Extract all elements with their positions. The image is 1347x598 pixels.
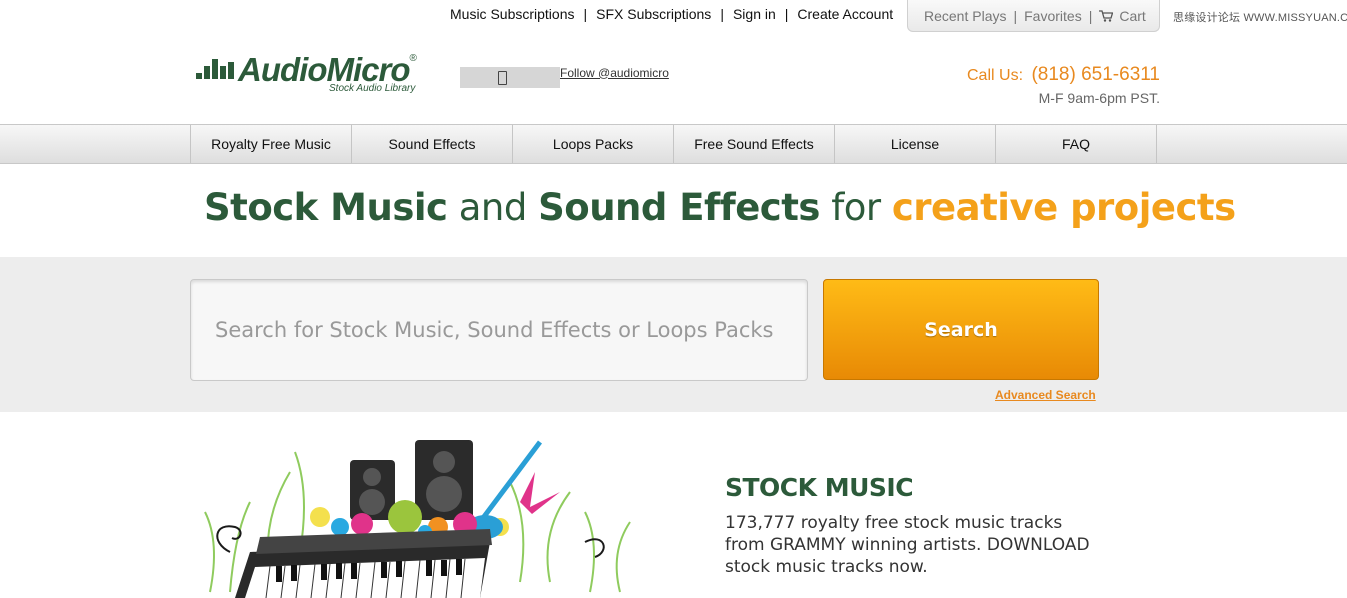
advanced-search-link[interactable]: Advanced Search bbox=[995, 388, 1096, 402]
separator: | bbox=[720, 6, 724, 22]
phone-icon bbox=[498, 71, 507, 85]
stock-music-description: 173,777 royalty free stock music tracks … bbox=[725, 513, 1090, 577]
top-links: Music Subscriptions | SFX Subscriptions | Si… bbox=[450, 6, 893, 22]
follow-widget: Follow @audiomicro bbox=[460, 66, 669, 88]
nav-item-sound-effects[interactable]: Sound Effects bbox=[352, 125, 513, 163]
search-input[interactable] bbox=[190, 279, 808, 381]
contact-info: Call Us: (818) 651-6311 M-F 9am-6pm PST. bbox=[967, 64, 1160, 106]
headline-sound-effects: Sound Effects bbox=[538, 186, 820, 229]
hero-headline: Stock Music and Sound Effects for creati… bbox=[204, 186, 1236, 229]
separator: | bbox=[784, 6, 789, 22]
nav-item-royalty-free-music[interactable]: Royalty Free Music bbox=[191, 125, 352, 163]
call-label: Call Us: bbox=[967, 67, 1024, 84]
stock-music-title[interactable]: STOCK MUSIC bbox=[725, 473, 914, 502]
cart-link[interactable]: Cart bbox=[1099, 7, 1146, 24]
cart-icon bbox=[1099, 9, 1114, 22]
registered-mark: ® bbox=[409, 53, 416, 64]
sign-in-link[interactable]: Sign in bbox=[733, 6, 776, 22]
recent-plays-link[interactable]: Recent Plays bbox=[924, 8, 1006, 24]
separator: | bbox=[1013, 7, 1018, 24]
main-nav: Royalty Free Music Sound Effects Loops P… bbox=[0, 124, 1347, 164]
music-subscriptions-link[interactable]: Music Subscriptions bbox=[450, 6, 575, 22]
follow-button[interactable] bbox=[460, 67, 560, 88]
follow-link[interactable]: Follow @audiomicro bbox=[560, 66, 669, 80]
nav-item-loops-packs[interactable]: Loops Packs bbox=[513, 125, 674, 163]
separator: | bbox=[1088, 7, 1093, 24]
separator: | bbox=[583, 6, 588, 22]
equalizer-logo-icon bbox=[196, 59, 234, 83]
headline-and: and bbox=[447, 186, 539, 229]
phone-number: (818) 651-6311 bbox=[1031, 64, 1160, 85]
user-box: Recent Plays | Favorites | Cart bbox=[907, 0, 1160, 32]
favorites-link[interactable]: Favorites bbox=[1024, 8, 1082, 24]
logo[interactable]: AudioMicro® Stock Audio Library bbox=[196, 51, 436, 99]
nav-item-license[interactable]: License bbox=[835, 125, 996, 163]
headline-for: for bbox=[819, 186, 892, 229]
search-button[interactable]: Search bbox=[823, 279, 1099, 380]
cart-label: Cart bbox=[1119, 7, 1146, 24]
headline-stock-music: Stock Music bbox=[204, 186, 448, 229]
nav-item-free-sound-effects[interactable]: Free Sound Effects bbox=[674, 125, 835, 163]
create-account-link[interactable]: Create Account bbox=[797, 6, 893, 22]
nav-item-faq[interactable]: FAQ bbox=[996, 125, 1157, 163]
logo-tagline: Stock Audio Library bbox=[329, 83, 416, 94]
business-hours: M-F 9am-6pm PST. bbox=[1038, 90, 1160, 106]
watermark: 思缘设计论坛 WWW.MISSYUAN.COM bbox=[1173, 12, 1347, 24]
headline-creative-projects: creative projects bbox=[891, 186, 1236, 229]
sfx-subscriptions-link[interactable]: SFX Subscriptions bbox=[596, 6, 711, 22]
music-illustration bbox=[190, 432, 640, 598]
keyboard-speakers-illustration bbox=[204, 440, 631, 598]
